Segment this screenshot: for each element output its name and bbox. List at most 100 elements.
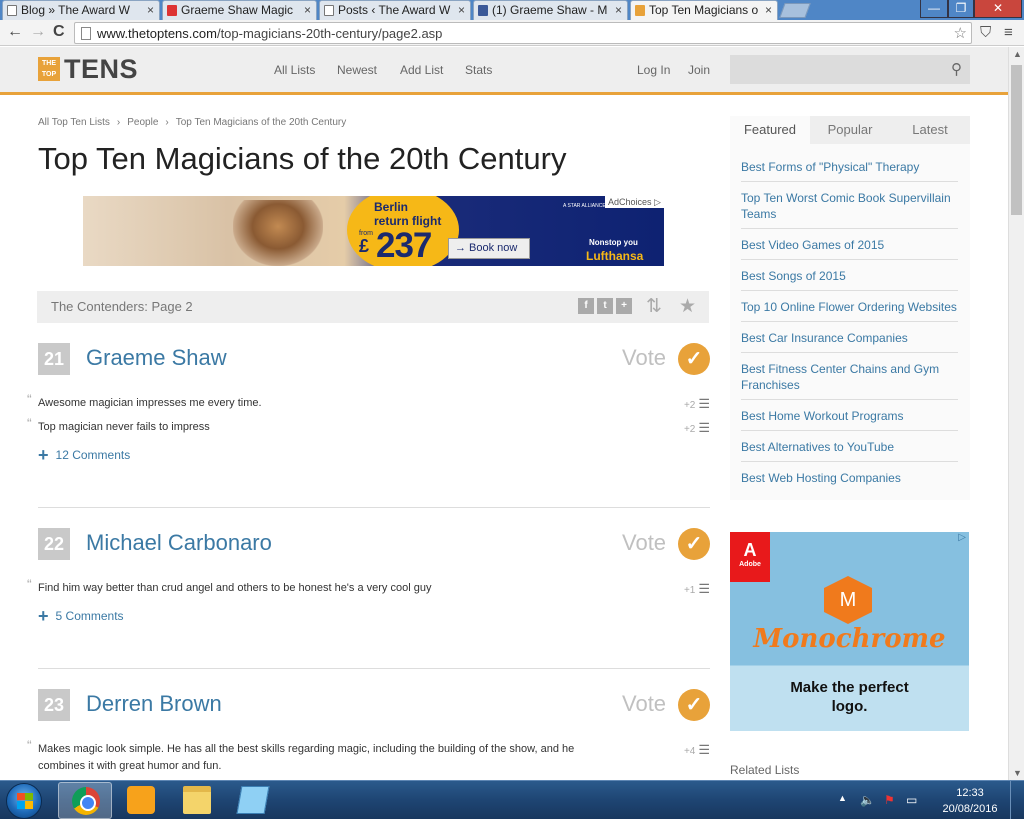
quote-icon: “ — [27, 576, 32, 592]
comments-toggle[interactable]: +5 Comments — [38, 606, 124, 627]
vote-label[interactable]: Vote — [622, 691, 666, 717]
extension-shield-icon[interactable]: ⛉ — [980, 24, 991, 41]
twitter-share-icon[interactable]: t — [597, 298, 613, 314]
sidebar-item[interactable]: Best Web Hosting Companies — [741, 470, 958, 493]
url-path: /top-magicians-20th-century/page2.asp — [216, 26, 443, 41]
close-icon[interactable]: × — [304, 1, 311, 20]
breadcrumb-people[interactable]: People — [127, 117, 158, 128]
taskbar-notes[interactable] — [226, 782, 280, 819]
close-icon[interactable]: × — [458, 1, 465, 20]
volume-icon[interactable]: 🔈 — [860, 793, 875, 807]
comment-menu-icon[interactable]: ☰ — [698, 420, 710, 435]
close-icon[interactable]: × — [615, 1, 622, 20]
taskbar-explorer[interactable] — [170, 782, 224, 819]
site-search-input[interactable]: ⚲ — [730, 55, 970, 84]
action-center-flag-icon[interactable]: ⚑ — [884, 793, 895, 807]
entry-name-link[interactable]: Derren Brown — [86, 691, 222, 717]
taskbar-clock[interactable]: 12:33 20/08/2016 — [938, 785, 1002, 817]
taskbar-media-player[interactable] — [114, 782, 168, 819]
scroll-down-icon[interactable]: ▼ — [1013, 768, 1022, 778]
start-button[interactable] — [6, 783, 42, 819]
scroll-up-icon[interactable]: ▲ — [1013, 49, 1022, 59]
menu-icon[interactable]: ≡ — [1004, 24, 1013, 41]
comments-count: 5 Comments — [55, 609, 124, 623]
login-link[interactable]: Log In — [637, 63, 670, 77]
clock-time: 12:33 — [956, 787, 984, 799]
entry-name-link[interactable]: Michael Carbonaro — [86, 530, 272, 556]
network-icon[interactable]: ▭ — [906, 793, 917, 807]
browser-tab-active[interactable]: Top Ten Magicians o × — [630, 0, 778, 20]
breadcrumb: All Top Ten Lists › People › Top Ten Magicia… — [38, 117, 346, 128]
nav-all-lists[interactable]: All Lists — [274, 63, 315, 77]
vote-check-icon[interactable]: ✓ — [678, 343, 710, 375]
browser-tab-posts[interactable]: Posts ‹ The Award W × — [319, 0, 471, 20]
google-plus-share-icon[interactable]: + — [616, 298, 632, 314]
browser-tab-facebook[interactable]: (1) Graeme Shaw - M × — [473, 0, 628, 20]
tab-popular[interactable]: Popular — [810, 116, 890, 144]
sidebar-item[interactable]: Best Alternatives to YouTube — [741, 439, 958, 462]
comment-menu-icon[interactable]: ☰ — [698, 581, 710, 596]
scrollbar-thumb[interactable] — [1011, 65, 1022, 215]
lufthansa-banner-ad[interactable]: Berlin return flight from £ 237 → Book no… — [83, 196, 664, 266]
vote-check-icon[interactable]: ✓ — [678, 689, 710, 721]
close-icon[interactable]: × — [765, 1, 772, 20]
breadcrumb-current[interactable]: Top Ten Magicians of the 20th Century — [176, 117, 346, 128]
adchoices-link[interactable]: AdChoices ▷ — [605, 196, 664, 208]
vote-check-icon[interactable]: ✓ — [678, 528, 710, 560]
sidebar-item[interactable]: Top 10 Online Flower Ordering Websites — [741, 299, 958, 322]
comment-menu-icon[interactable]: ☰ — [698, 396, 710, 411]
tab-latest[interactable]: Latest — [890, 116, 970, 144]
quote-icon: “ — [27, 391, 32, 407]
close-icon[interactable]: × — [147, 1, 154, 20]
sidebar-item[interactable]: Best Fitness Center Chains and Gym Franc… — [741, 361, 958, 400]
retweet-icon[interactable]: ⇅ — [646, 295, 662, 318]
youtube-icon — [167, 5, 177, 16]
nav-stats[interactable]: Stats — [465, 63, 492, 77]
nav-add-list[interactable]: Add List — [400, 63, 443, 77]
facebook-share-icon[interactable]: f — [578, 298, 594, 314]
ad-tagline: Make the perfect logo. — [730, 678, 969, 716]
nav-newest[interactable]: Newest — [337, 63, 377, 77]
bookmark-star-icon[interactable]: ☆ — [954, 24, 967, 42]
comments-toggle[interactable]: +12 Comments — [38, 445, 130, 466]
join-link[interactable]: Join — [688, 63, 710, 77]
forward-icon[interactable]: → — [30, 23, 46, 41]
search-icon[interactable]: ⚲ — [951, 60, 962, 78]
url-text[interactable]: www.thetoptens.com/top-magicians-20th-ce… — [97, 26, 442, 41]
maximize-button[interactable]: ❐ — [948, 0, 974, 18]
sidebar-item[interactable]: Best Home Workout Programs — [741, 408, 958, 431]
back-icon[interactable]: ← — [7, 23, 23, 41]
show-desktop-button[interactable] — [1010, 781, 1024, 819]
sidebar-item[interactable]: Best Songs of 2015 — [741, 268, 958, 291]
folder-icon — [183, 786, 211, 814]
windows-taskbar: ▲ 🔈 ⚑ ▭ 12:33 20/08/2016 — [0, 780, 1024, 819]
reload-icon[interactable]: C — [53, 23, 65, 41]
browser-tab-blog[interactable]: Blog » The Award W × — [2, 0, 160, 20]
adobe-sidebar-ad[interactable]: A Adobe ▷ M Monochrome Make the perfect l… — [730, 532, 969, 731]
entry-name-link[interactable]: Graeme Shaw — [86, 345, 227, 371]
sidebar-item[interactable]: Best Car Insurance Companies — [741, 330, 958, 353]
divider — [38, 507, 710, 508]
tray-expand-icon[interactable]: ▲ — [838, 793, 847, 803]
ad-info-icon[interactable]: ▷ — [958, 532, 966, 543]
new-tab-button[interactable] — [779, 3, 811, 18]
thetoptens-icon — [635, 5, 645, 16]
sidebar-item[interactable]: Best Video Games of 2015 — [741, 237, 958, 260]
vote-label[interactable]: Vote — [622, 345, 666, 371]
breadcrumb-all-lists[interactable]: All Top Ten Lists — [38, 117, 110, 128]
page-info-icon — [81, 27, 91, 40]
browser-tab-youtube[interactable]: Graeme Shaw Magic × — [162, 0, 317, 20]
taskbar-chrome[interactable] — [58, 782, 112, 819]
comment-menu-icon[interactable]: ☰ — [698, 742, 710, 757]
ad-book-now-button[interactable]: → Book now — [448, 238, 530, 259]
window-close-button[interactable]: ✕ — [974, 0, 1022, 18]
page-scrollbar[interactable]: ▲ ▼ — [1008, 47, 1024, 780]
minimize-button[interactable]: — — [920, 0, 948, 18]
sidebar-item[interactable]: Best Forms of "Physical" Therapy — [741, 159, 958, 182]
tab-featured[interactable]: Featured — [730, 116, 810, 144]
favorite-star-icon[interactable]: ★ — [679, 295, 696, 318]
address-bar[interactable]: www.thetoptens.com/top-magicians-20th-ce… — [74, 22, 972, 44]
page-viewport: THE TOP TENS All Lists Newest Add List S… — [0, 47, 1008, 780]
vote-label[interactable]: Vote — [622, 530, 666, 556]
sidebar-item[interactable]: Top Ten Worst Comic Book Supervillain Te… — [741, 190, 958, 229]
